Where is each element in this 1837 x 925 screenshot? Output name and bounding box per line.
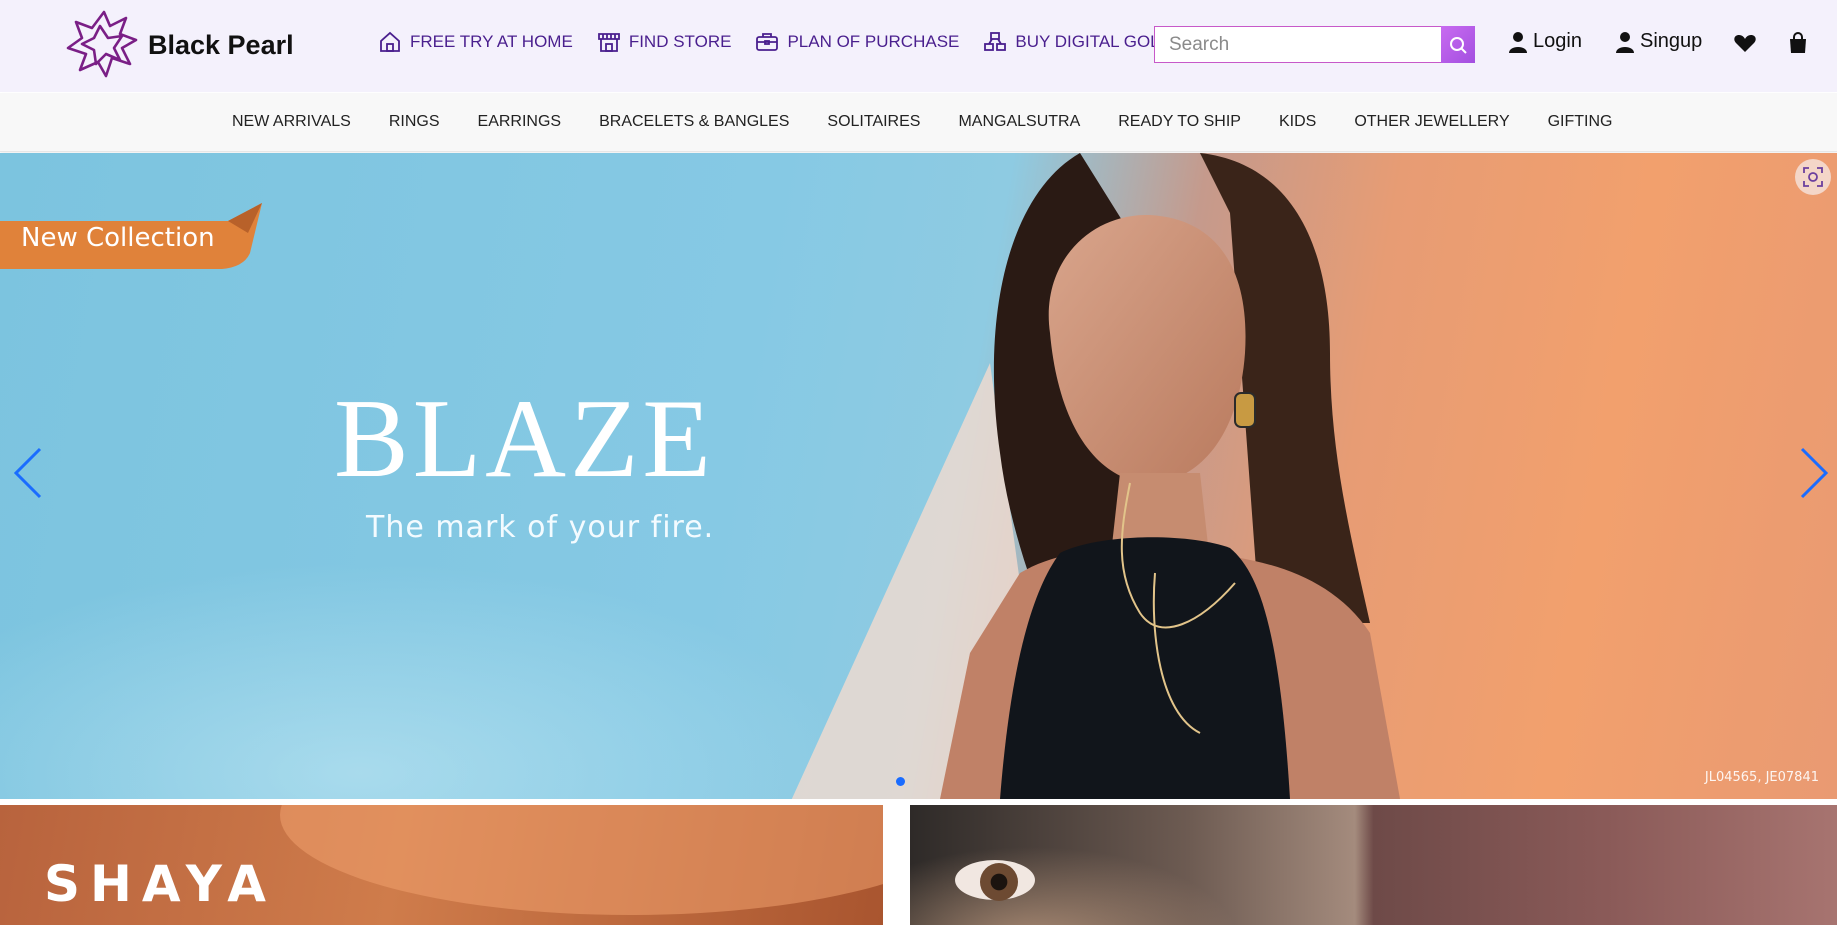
tile-image-iris [980, 863, 1018, 901]
carousel-prev-arrow-icon[interactable] [10, 443, 50, 503]
login-label: Login [1533, 30, 1582, 52]
collection-tile-right[interactable] [910, 805, 1837, 925]
search-icon [1450, 36, 1467, 54]
login-button[interactable]: Login [1508, 30, 1582, 53]
signup-button[interactable]: Singup [1615, 30, 1702, 53]
category-solitaires[interactable]: SOLITAIRES [827, 113, 920, 131]
category-mangalsutra[interactable]: MANGALSUTRA [958, 113, 1080, 131]
user-icon [1616, 31, 1634, 53]
carousel-next-arrow-icon[interactable] [1792, 443, 1832, 503]
quick-links: FREE TRY AT HOME FIND STORE PLAN OF PURC… [378, 30, 1196, 54]
home-icon [380, 31, 400, 52]
store-icon [597, 33, 620, 52]
visual-search-button[interactable] [1795, 159, 1831, 195]
hero-title: BLAZE [334, 377, 715, 501]
signup-label: Singup [1640, 30, 1703, 52]
category-gifting[interactable]: GIFTING [1548, 113, 1613, 131]
briefcase-icon [756, 33, 779, 51]
find-store-link[interactable]: FIND STORE [597, 30, 732, 54]
user-icon [1509, 31, 1527, 53]
buy-digital-gold-link[interactable]: BUY DIGITAL GOLD [983, 30, 1172, 54]
hero-carousel[interactable]: New Collection BLAZE The mark of your fi… [0, 153, 1837, 799]
top-header: Black Pearl FREE TRY AT HOME FIND STORE … [0, 0, 1837, 92]
category-earrings[interactable]: EARRINGS [478, 113, 562, 131]
shaya-collection-tile[interactable]: SHAYA [0, 805, 883, 925]
gold-bars-icon [984, 32, 1007, 51]
brand-logo[interactable]: Black Pearl [64, 8, 294, 82]
brand-name: Black Pearl [148, 29, 294, 60]
search-button[interactable] [1441, 26, 1475, 63]
search-bar [1154, 26, 1475, 63]
ribbon-label: New Collection [21, 223, 215, 253]
carousel-indicator-dot[interactable] [896, 777, 905, 786]
search-input[interactable] [1154, 26, 1441, 63]
quick-link-label: FREE TRY AT HOME [410, 32, 573, 51]
quick-link-label: FIND STORE [628, 32, 732, 51]
black-pearl-logo-icon [66, 10, 138, 78]
heart-icon[interactable] [1733, 31, 1757, 55]
category-ready-to-ship[interactable]: READY TO SHIP [1118, 113, 1241, 131]
model-image [940, 153, 1400, 799]
category-nav: NEW ARRIVALS RINGS EARRINGS BRACELETS & … [0, 93, 1837, 152]
category-kids[interactable]: KIDS [1279, 113, 1316, 131]
shopping-bag-icon[interactable] [1786, 31, 1810, 55]
category-new-arrivals[interactable]: NEW ARRIVALS [232, 113, 351, 131]
tile-title: SHAYA [44, 855, 276, 913]
free-try-at-home-link[interactable]: FREE TRY AT HOME [378, 30, 573, 54]
plan-of-purchase-link[interactable]: PLAN OF PURCHASE [755, 30, 959, 54]
quick-link-label: BUY DIGITAL GOLD [1015, 32, 1172, 51]
category-rings[interactable]: RINGS [389, 113, 440, 131]
product-codes: JL04565, JE07841 [1704, 770, 1819, 785]
category-other-jewellery[interactable]: OTHER JEWELLERY [1354, 113, 1509, 131]
category-bracelets-bangles[interactable]: BRACELETS & BANGLES [599, 113, 789, 131]
quick-link-label: PLAN OF PURCHASE [787, 32, 960, 51]
scan-icon [1803, 167, 1823, 187]
hero-subtitle: The mark of your fire. [366, 510, 715, 545]
